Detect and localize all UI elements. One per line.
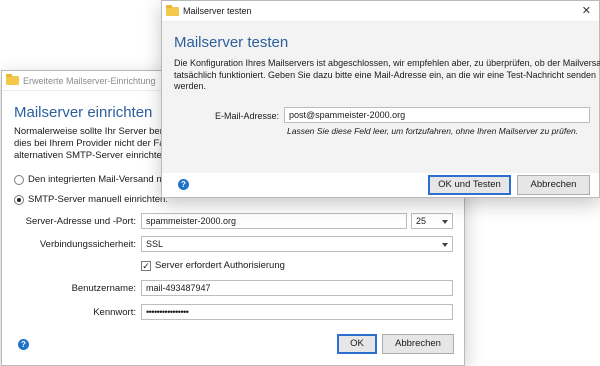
close-icon[interactable]: ✕ — [582, 5, 591, 17]
back-window-title: Erweiterte Mailserver-Einrichtung — [23, 75, 156, 86]
help-icon[interactable]: ? — [178, 179, 189, 190]
security-select[interactable]: SSL — [141, 236, 453, 252]
email-input[interactable]: post@spammeister-2000.org — [284, 107, 590, 123]
radio-integrated[interactable] — [14, 175, 24, 185]
front-cancel-button[interactable]: Abbrechen — [517, 175, 590, 195]
front-titlebar[interactable]: Mailserver testen ✕ — [162, 1, 599, 22]
username-label: Benutzername: — [71, 283, 136, 294]
back-heading: Mailserver einrichten — [14, 104, 153, 121]
username-input[interactable]: mail-493487947 — [141, 280, 453, 296]
email-hint: Lassen Sie diese Feld leer, um fortzufah… — [287, 126, 579, 136]
email-label: E-Mail-Adresse: — [214, 111, 279, 121]
port-select[interactable]: 25 — [411, 213, 453, 229]
cancel-button[interactable]: Abbrechen — [382, 334, 454, 354]
front-heading: Mailserver testen — [174, 34, 289, 51]
front-desc-line: tatsächlich funktioniert. Geben Sie dazu… — [174, 69, 597, 80]
chevron-down-icon — [442, 243, 448, 247]
password-label: Kennwort: — [93, 307, 136, 318]
auth-checkbox[interactable]: ✓ — [141, 261, 151, 271]
test-mailserver-dialog: Mailserver testen ✕ Mailserver testen Di… — [161, 0, 600, 198]
back-desc-line: Normalerweise sollte Ihr Server bereits … — [14, 126, 186, 137]
chevron-down-icon — [442, 220, 448, 224]
ok-button[interactable]: OK — [337, 334, 377, 354]
auth-checkbox-label[interactable]: Server erfordert Authorisierung — [155, 260, 285, 271]
server-address-input[interactable]: spammeister-2000.org — [141, 213, 407, 229]
back-desc-line: alternativen SMTP-Server einrichten. — [14, 150, 170, 161]
front-description: Die Konfiguration Ihres Mailservers ist … — [174, 58, 600, 93]
front-content: Mailserver testen Die Konfiguration Ihre… — [162, 22, 600, 190]
radio-smtp-label[interactable]: SMTP-Server manuell einrichten: — [28, 194, 168, 205]
ok-test-button[interactable]: OK und Testen — [428, 175, 511, 195]
front-window-title: Mailserver testen — [183, 6, 252, 16]
security-value: SSL — [146, 239, 164, 249]
radio-integrated-label[interactable]: Den integrierten Mail-Versand nutze — [28, 174, 180, 185]
back-description: Normalerweise sollte Ihr Server bereits … — [14, 126, 186, 162]
front-desc-line: werden. — [174, 81, 207, 91]
front-desc-line: Die Konfiguration Ihres Mailservers ist … — [174, 58, 600, 68]
folder-icon — [166, 4, 179, 16]
back-desc-line: dies bei Ihrem Provider nicht der Fall i… — [14, 138, 181, 149]
password-input[interactable]: •••••••••••••••• — [141, 304, 453, 320]
radio-smtp[interactable] — [14, 195, 24, 205]
server-label: Server-Adresse und -Port: — [25, 216, 136, 227]
help-icon[interactable]: ? — [18, 339, 29, 350]
security-label: Verbindungssicherheit: — [39, 239, 136, 250]
folder-icon — [6, 74, 19, 85]
port-value: 25 — [416, 216, 427, 226]
